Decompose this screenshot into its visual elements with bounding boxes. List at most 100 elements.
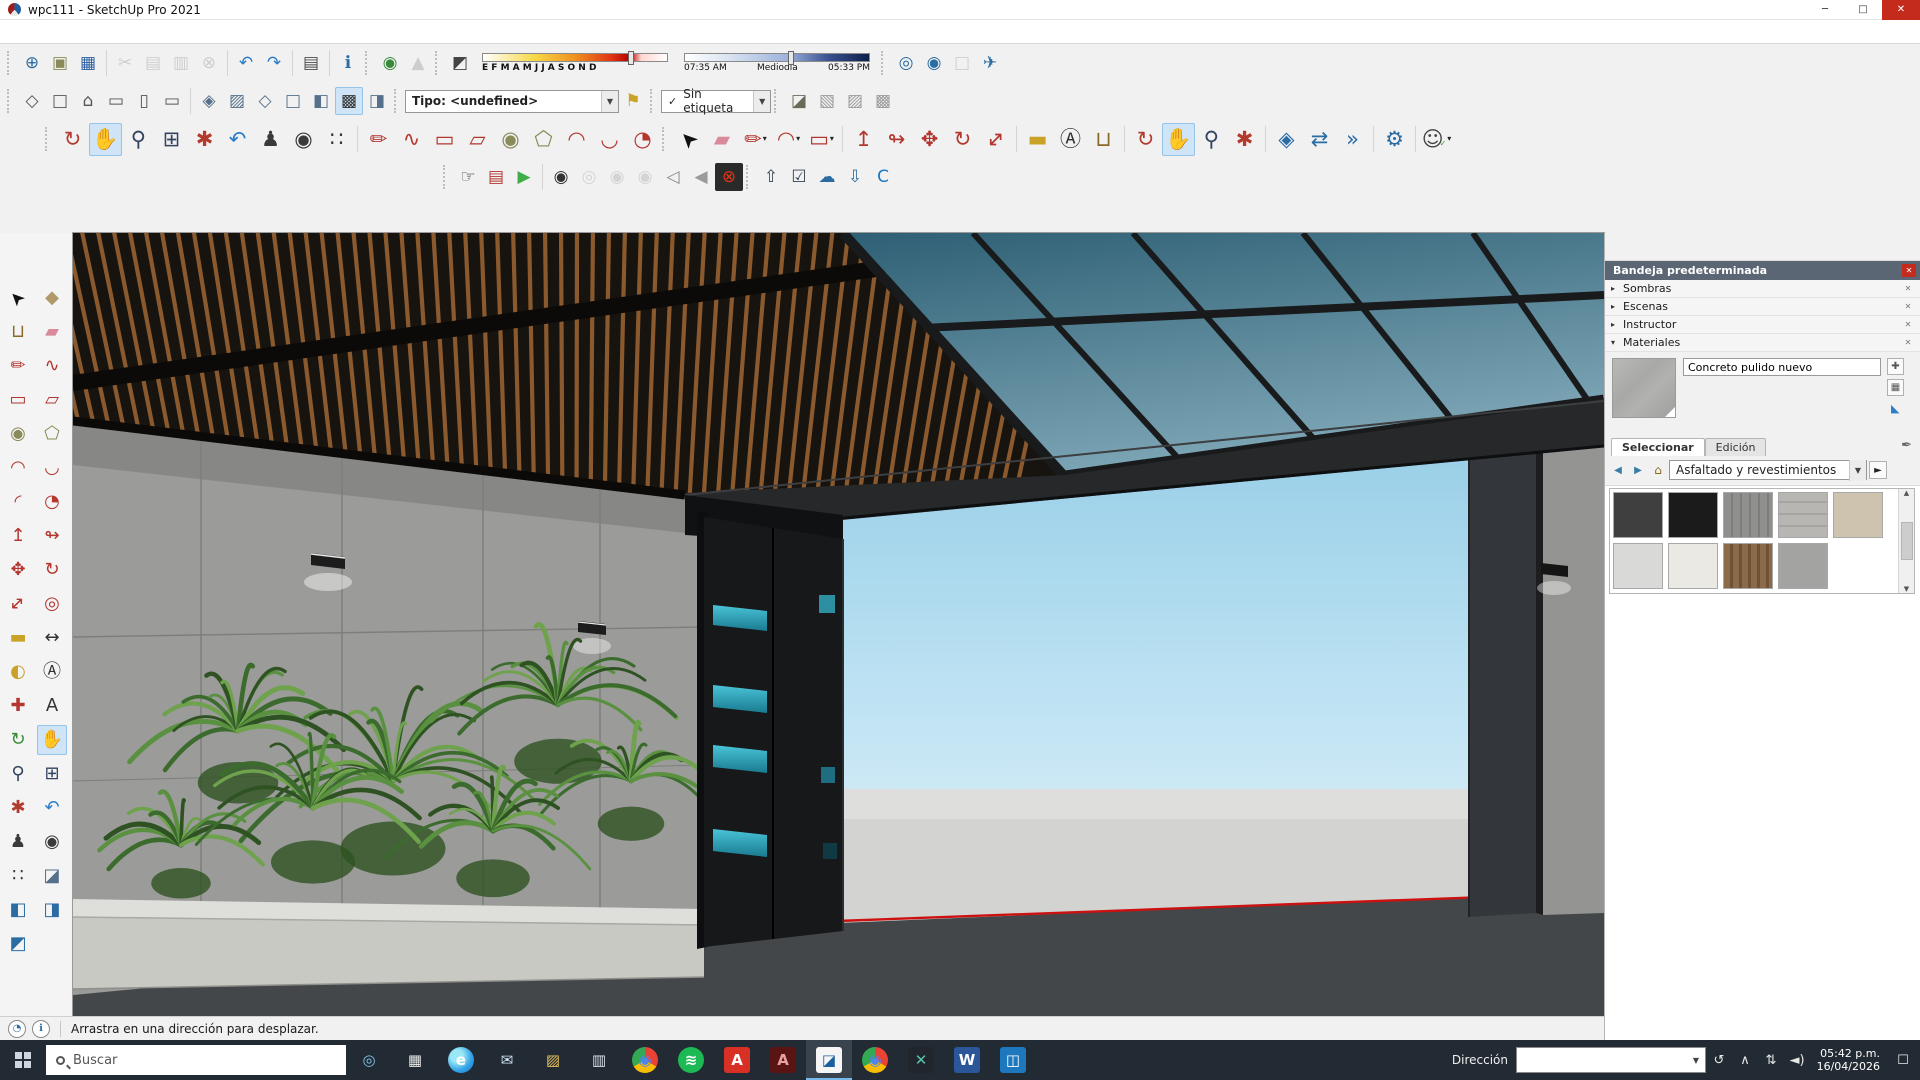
delete-button[interactable]: ⊗ xyxy=(195,49,223,77)
cortana-icon[interactable]: ◎ xyxy=(346,1040,392,1080)
start-button[interactable] xyxy=(0,1040,46,1080)
view-left-button[interactable]: ▭ xyxy=(158,87,186,115)
rectangle-tool[interactable]: ▭ xyxy=(3,385,33,415)
material-category-dropdown[interactable]: Asfaltado y revestimientos ▼ xyxy=(1669,460,1867,480)
walk-tool[interactable]: ∷ xyxy=(3,861,33,891)
open-folder-button[interactable]: ⇧ xyxy=(757,163,785,191)
account-button[interactable]: ☺✓▾ xyxy=(1420,123,1453,156)
report-tool-button[interactable]: ▤ xyxy=(482,163,510,191)
sketchup-icon[interactable]: ◪ xyxy=(806,1040,852,1080)
pointer-tool-button[interactable]: ☞ xyxy=(454,163,482,191)
toolbar-grip[interactable] xyxy=(746,165,752,189)
zoom-extents-button-2[interactable]: ✱ xyxy=(1228,123,1261,156)
component-options-button[interactable]: ◉ xyxy=(920,49,948,77)
toolbar-grip[interactable] xyxy=(45,127,51,151)
taskbar-clock[interactable]: 05:42 p.m. 16/04/2026 xyxy=(1816,1047,1880,1073)
toggle-terrain-button[interactable]: ▲ xyxy=(404,49,432,77)
3d-text-tool[interactable]: A xyxy=(37,691,67,721)
component-interact-button[interactable]: ◎ xyxy=(892,49,920,77)
copy-button[interactable]: ▤ xyxy=(139,49,167,77)
section-close-icon[interactable]: ✕ xyxy=(1902,320,1914,329)
adobe-icon[interactable]: A xyxy=(760,1040,806,1080)
run-tool-button[interactable]: ▶ xyxy=(510,163,538,191)
pie-tool-button[interactable]: ◔ xyxy=(626,123,659,156)
app-icon-teal[interactable]: ✕ xyxy=(898,1040,944,1080)
tag-dropdown[interactable]: ✓ Sin etiqueta ▼ xyxy=(661,90,771,113)
network-icon[interactable]: ⇅ xyxy=(1758,1040,1784,1080)
extension-manager-button[interactable]: ⚙ xyxy=(1378,123,1411,156)
view-right-button[interactable]: ▭ xyxy=(102,87,130,115)
maximize-button[interactable]: □ xyxy=(1844,0,1882,20)
zoom-window-button[interactable]: ⊞ xyxy=(155,123,188,156)
address-input[interactable]: ▼ xyxy=(1516,1047,1706,1073)
menu-ayuda[interactable] xyxy=(130,29,148,35)
material-name-input[interactable] xyxy=(1683,358,1881,376)
eraser-tool[interactable]: ▰ xyxy=(37,317,67,347)
shadow-date-slider[interactable]: E F M A M J J A S O N D xyxy=(482,53,668,73)
style-shaded-textures-button[interactable]: ▩ xyxy=(335,87,363,115)
package-download-button[interactable]: ⇩ xyxy=(841,163,869,191)
orbit-button-2[interactable]: ↻ xyxy=(1129,123,1162,156)
cloud-upload-button[interactable]: ☁ xyxy=(813,163,841,191)
tab-edicion[interactable]: Edición xyxy=(1705,438,1767,456)
dropdown-caret-icon[interactable]: ▼ xyxy=(1849,460,1866,481)
open-button[interactable]: ▣ xyxy=(46,49,74,77)
camera-pair-2-button[interactable]: ◉ xyxy=(631,163,659,191)
material-preview[interactable] xyxy=(1612,358,1676,418)
walk-button[interactable]: ∷ xyxy=(320,123,353,156)
section-close-icon[interactable]: ✕ xyxy=(1902,338,1914,347)
geolocation-status-icon[interactable]: ◔ xyxy=(8,1020,26,1038)
dimension-tool[interactable]: ↔ xyxy=(37,623,67,653)
warehouse-download-button[interactable]: ◈ xyxy=(1270,123,1303,156)
word-icon[interactable]: W xyxy=(944,1040,990,1080)
push-pull-tool[interactable]: ↥ xyxy=(3,521,33,551)
previous-view-tool[interactable]: ↶ xyxy=(37,793,67,823)
save-button[interactable]: ▦ xyxy=(74,49,102,77)
print-button[interactable]: ▤ xyxy=(297,49,325,77)
back-button[interactable]: ◀ xyxy=(1609,461,1627,479)
move-button[interactable]: ✥ xyxy=(913,123,946,156)
refresh-icon[interactable]: ↺ xyxy=(1706,1040,1732,1080)
menu-edicion[interactable] xyxy=(22,29,40,35)
taskbar-search[interactable]: Buscar xyxy=(46,1045,346,1075)
tray-header[interactable]: Bandeja predeterminada ✕ xyxy=(1605,261,1920,280)
chrome-icon-2[interactable]: ◉ xyxy=(852,1040,898,1080)
scroll-down-icon[interactable]: ▼ xyxy=(1904,585,1909,593)
look-around-tool[interactable]: ◉ xyxy=(37,827,67,857)
orbit-tool[interactable]: ↻ xyxy=(3,725,33,755)
classification-type-dropdown[interactable]: Tipo: <undefined> ▼ xyxy=(405,90,619,113)
line-tool-button[interactable]: ✏ xyxy=(362,123,395,156)
speaker-icon[interactable]: ◄) xyxy=(1784,1040,1810,1080)
tray-section-sombras[interactable]: ▸ Sombras ✕ xyxy=(1605,280,1920,298)
add-location-button[interactable]: ◉ xyxy=(376,49,404,77)
dropdown-caret-icon[interactable]: ▼ xyxy=(601,91,618,112)
material-swatch-gris-claro[interactable] xyxy=(1613,543,1663,589)
text-tool[interactable]: Ⓐ xyxy=(37,657,67,687)
three-point-arc-tool[interactable]: ◜ xyxy=(3,487,33,517)
zoom-button-2[interactable]: ⚲ xyxy=(1195,123,1228,156)
rotate-button[interactable]: ↻ xyxy=(946,123,979,156)
toolbar-grip[interactable] xyxy=(365,51,371,75)
toolbar-grip[interactable] xyxy=(662,127,668,151)
trimble-sync-button[interactable]: ⇄ xyxy=(1303,123,1336,156)
shadow-toggle-button[interactable]: ◩ xyxy=(446,49,474,77)
pan-button[interactable]: ✋ xyxy=(89,123,122,156)
component-attributes-button[interactable]: □ xyxy=(948,49,976,77)
circle-tool[interactable]: ◉ xyxy=(3,419,33,449)
style-shaded-button[interactable]: ◧ xyxy=(307,87,335,115)
menu-herramientas[interactable] xyxy=(94,29,112,35)
make-component-tool[interactable]: ◆ xyxy=(37,283,67,313)
mail-icon[interactable]: ✉ xyxy=(484,1040,530,1080)
camera-360-button[interactable]: ◎ xyxy=(575,163,603,191)
section-plane-tool[interactable]: ◪ xyxy=(37,861,67,891)
view-top-button[interactable]: □ xyxy=(46,87,74,115)
material-display-button[interactable]: ▦ xyxy=(1887,379,1904,396)
menu-dibujo[interactable] xyxy=(76,29,94,35)
toolbar-grip[interactable] xyxy=(435,51,441,75)
tray-close-button[interactable]: ✕ xyxy=(1902,264,1916,277)
toolbar-grip[interactable] xyxy=(881,51,887,75)
acrobat-icon[interactable]: A xyxy=(714,1040,760,1080)
zoom-extents-button[interactable]: ✱ xyxy=(188,123,221,156)
paint-bucket-tool[interactable]: ⊔ xyxy=(3,317,33,347)
warehouse-share-button[interactable]: ✈ xyxy=(976,49,1004,77)
